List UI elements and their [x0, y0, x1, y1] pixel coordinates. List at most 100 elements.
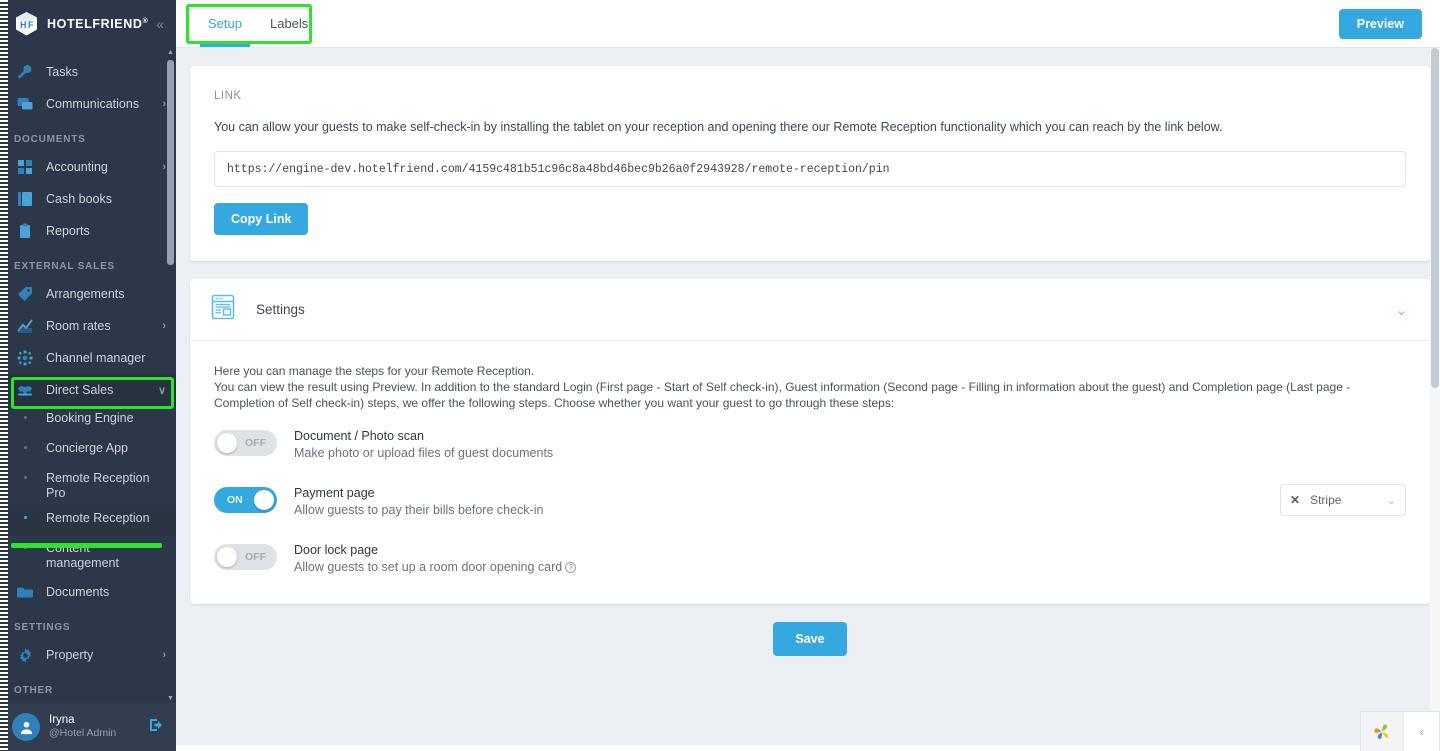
toggle-subtitle-text: Allow guests to set up a room door openi…	[294, 560, 563, 574]
chevron-down-icon[interactable]: ⌄	[1387, 494, 1396, 507]
logout-icon[interactable]	[148, 717, 164, 738]
sidebar-item-tasks[interactable]: Tasks	[0, 56, 176, 88]
bullet-icon	[14, 511, 36, 519]
chevron-down-icon[interactable]: ⌄	[1395, 301, 1408, 319]
settings-description: Here you can manage the steps for your R…	[214, 363, 1406, 411]
brand-name: HOTELFRIEND®	[47, 17, 149, 31]
save-bar: Save	[190, 622, 1430, 686]
link-url-value: https://engine-dev.hotelfriend.com/4159c…	[227, 162, 890, 176]
calculator-icon	[14, 159, 36, 175]
scroll-down-icon[interactable]: ▼	[166, 694, 175, 703]
toggle-title: Payment page	[294, 486, 375, 500]
bullet-icon	[14, 541, 36, 549]
toggle-knob	[254, 490, 274, 510]
toggle-subtitle: Allow guests to pay their bills before c…	[294, 503, 544, 517]
page-scroll-thumb[interactable]	[1431, 48, 1439, 388]
tab-labels[interactable]: Labels	[256, 0, 322, 47]
sidebar-item-booking-engine[interactable]: Booking Engine	[0, 406, 176, 436]
sidebar-subitem-label: Concierge App	[46, 441, 129, 455]
chart-icon	[14, 318, 36, 334]
toggle-state-label: OFF	[245, 437, 266, 449]
toggle-row-door-lock-page: OFF Door lock page Allow guests to set u…	[214, 541, 1406, 576]
handshake-icon	[14, 382, 36, 398]
sidebar-nav-list: Tasks Communications › DOCUMENTS Account…	[0, 48, 176, 702]
preview-button[interactable]: Preview	[1338, 9, 1422, 39]
tab-bar: Setup Labels	[176, 0, 322, 47]
sidebar-item-arrangements[interactable]: Arrangements	[0, 278, 176, 310]
toggle-row-document-photo-scan: OFF Document / Photo scan Make photo or …	[214, 427, 1406, 462]
sidebar-item-accounting[interactable]: Accounting ›	[0, 151, 176, 183]
sidebar-subitem-label: Booking Engine	[46, 411, 134, 425]
svg-text:F: F	[28, 20, 34, 30]
sidebar-item-direct-sales[interactable]: Direct Sales ∨	[0, 374, 176, 406]
sidebar-subitem-label: Remote Reception	[46, 511, 150, 525]
sidebar-collapse-icon[interactable]: «	[156, 17, 164, 31]
user-name: Iryna	[49, 714, 75, 726]
toggle-texts: Door lock page Allow guests to set up a …	[294, 541, 577, 576]
sidebar-item-property[interactable]: Property ›	[0, 639, 176, 671]
link-url-field[interactable]: https://engine-dev.hotelfriend.com/4159c…	[214, 151, 1406, 187]
settings-card: Settings ⌄ Here you can manage the steps…	[190, 279, 1430, 604]
sidebar-item-room-rates[interactable]: Room rates ›	[0, 310, 176, 342]
sidebar-item-label: Channel manager	[46, 351, 146, 365]
toggle-payment-page[interactable]: ON	[214, 487, 277, 513]
sidebar-item-label: Direct Sales	[46, 383, 114, 397]
toggle-knob	[217, 547, 237, 567]
sidebar-item-reports[interactable]: Reports	[0, 215, 176, 247]
bullet-icon	[14, 441, 36, 449]
sidebar-item-channel-manager[interactable]: Channel manager	[0, 342, 176, 374]
link-card: LINK You can allow your guests to make s…	[190, 66, 1430, 261]
scroll-up-icon[interactable]: ▲	[166, 48, 175, 57]
toggle-title: Door lock page	[294, 543, 379, 557]
folder-icon	[14, 584, 36, 600]
sidebar-section-documents: DOCUMENTS	[14, 134, 86, 145]
settings-page-icon	[210, 294, 236, 325]
save-button[interactable]: Save	[773, 622, 847, 656]
sidebar: H F HOTELFRIEND® « Tasks Communications …	[0, 0, 176, 751]
sidebar-item-communications[interactable]: Communications ›	[0, 88, 176, 120]
sidebar-item-label: Cash books	[46, 192, 113, 206]
sidebar-item-label: Room rates	[46, 319, 111, 333]
bottom-strip	[176, 745, 1440, 751]
toggle-document-photo-scan[interactable]: OFF	[214, 430, 277, 456]
sidebar-item-cash-books[interactable]: Cash books	[0, 183, 176, 215]
chevron-down-icon: ∨	[157, 384, 166, 397]
close-icon[interactable]: ✕	[1290, 493, 1300, 507]
sidebar-scrollbar[interactable]: ▲ ▼	[166, 48, 175, 703]
sidebar-item-documents[interactable]: Documents	[0, 576, 176, 608]
link-section-label: LINK	[214, 90, 242, 102]
toggle-subtitle: Make photo or upload files of guest docu…	[294, 446, 554, 460]
network-icon	[14, 350, 36, 366]
tag-icon	[14, 286, 36, 302]
main-area: Setup Labels Preview LINK You can allow …	[176, 0, 1440, 751]
widget-collapse-icon[interactable]: ‹	[1404, 711, 1440, 751]
pinwheel-icon[interactable]	[1360, 711, 1404, 751]
toggle-state-label: ON	[227, 494, 243, 506]
sidebar-item-label: Reports	[46, 224, 90, 238]
user-role: @Hotel Admin	[49, 727, 117, 739]
support-widget: ‹	[1360, 711, 1440, 751]
sidebar-item-label: Property	[46, 648, 94, 662]
sidebar-item-concierge-app[interactable]: Concierge App	[0, 436, 176, 466]
sidebar-item-remote-reception-pro[interactable]: Remote Reception Pro	[0, 466, 176, 506]
gear-icon	[14, 647, 36, 664]
sidebar-scroll-thumb[interactable]	[167, 60, 174, 265]
sidebar-subitem-label: Content management	[46, 541, 119, 570]
toggle-door-lock-page[interactable]: OFF	[214, 544, 277, 570]
user-profile[interactable]: Iryna @Hotel Admin	[0, 703, 176, 751]
settings-card-header[interactable]: Settings ⌄	[190, 279, 1430, 341]
sidebar-item-label: Communications	[46, 97, 140, 111]
clipboard-icon	[14, 223, 36, 239]
payment-provider-select[interactable]: ✕ Stripe ⌄	[1280, 484, 1406, 516]
sidebar-item-content-management[interactable]: Content management	[0, 536, 176, 576]
tab-setup[interactable]: Setup	[194, 0, 256, 47]
question-mark-icon[interactable]: ?	[565, 562, 577, 573]
sidebar-item-remote-reception[interactable]: Remote Reception	[0, 506, 176, 536]
copy-link-button[interactable]: Copy Link	[214, 203, 309, 235]
app-root: H F HOTELFRIEND® « Tasks Communications …	[0, 0, 1440, 751]
settings-card-body: Here you can manage the steps for your R…	[190, 341, 1430, 604]
sidebar-section-settings: SETTINGS	[14, 622, 71, 633]
toggle-knob	[217, 433, 237, 453]
page-scrollbar[interactable]	[1430, 48, 1440, 751]
wrench-icon	[14, 64, 36, 80]
